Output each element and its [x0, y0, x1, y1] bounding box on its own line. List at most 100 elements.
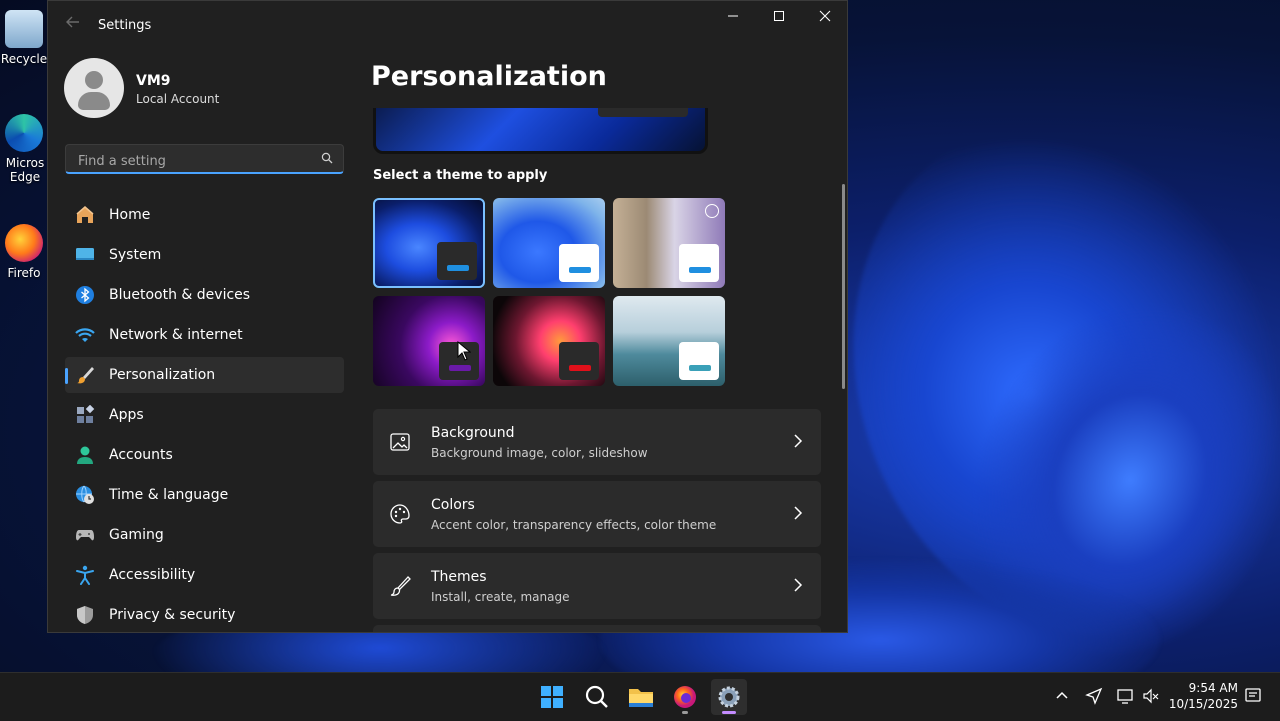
- desktop-icon-edge[interactable]: Micros Edge: [0, 114, 48, 184]
- search-icon: [585, 685, 608, 708]
- sidebar-item-system[interactable]: System: [65, 237, 344, 273]
- theme-accent-bar: [689, 365, 711, 371]
- themes-grid: [373, 198, 728, 388]
- window-title: Settings: [98, 18, 152, 33]
- search-icon: [321, 152, 333, 164]
- avatar-head: [85, 71, 103, 89]
- minimize-button[interactable]: [716, 7, 750, 29]
- running-indicator: [682, 711, 688, 714]
- sidebar-item-network[interactable]: Network & internet: [65, 317, 344, 353]
- sidebar-item-accounts[interactable]: Accounts: [65, 437, 344, 473]
- system-icon: [76, 248, 94, 260]
- taskbar: [0, 672, 1280, 721]
- shield-icon: [77, 606, 93, 624]
- settings-window: Settings VM9 Local Account Home System: [47, 0, 848, 633]
- sidebar-item-apps[interactable]: Apps: [65, 397, 344, 433]
- close-icon: [819, 10, 831, 22]
- theme-spotlight[interactable]: [613, 198, 725, 288]
- settings-icon: [718, 686, 740, 708]
- active-indicator: [722, 711, 736, 714]
- title-bar: Settings: [48, 1, 847, 49]
- theme-accent-bar: [449, 365, 471, 371]
- file-explorer-icon: [629, 689, 653, 707]
- sidebar-item-label: Bluetooth & devices: [109, 287, 251, 303]
- desktop-icon-firefox[interactable]: Firefo: [0, 224, 48, 280]
- minimize-icon: [728, 15, 738, 17]
- theme-windows-light[interactable]: [493, 198, 605, 288]
- sidebar-item-label: System: [109, 247, 162, 263]
- desktop-icon-recycle-bin[interactable]: Recycle: [0, 10, 48, 66]
- brush-icon: [390, 576, 411, 596]
- clock-time[interactable]: 9:54 AM: [1176, 681, 1238, 695]
- page-title: Personalization: [371, 61, 607, 92]
- volume-muted-icon[interactable]: [1142, 687, 1160, 705]
- firefox-icon: [5, 224, 43, 262]
- sidebar-item-label: Apps: [109, 407, 144, 423]
- sidebar-item-label: Accounts: [109, 447, 173, 463]
- content-scrollbar[interactable]: [842, 184, 845, 389]
- sidebar-item-label: Time & language: [109, 487, 229, 503]
- theme-accent-bar: [569, 365, 591, 371]
- theme-flow[interactable]: [613, 296, 725, 386]
- firefox-icon: [674, 686, 696, 708]
- clock-date[interactable]: 10/15/2025: [1166, 697, 1238, 711]
- colors-settings-card[interactable]: Colors Accent color, transparency effect…: [373, 481, 821, 547]
- background-settings-card[interactable]: Background Background image, color, slid…: [373, 409, 821, 475]
- start-icon: [541, 686, 563, 708]
- card-title: Background: [431, 425, 515, 441]
- recycle-bin-icon: [5, 10, 43, 48]
- section-heading: Select a theme to apply: [373, 168, 548, 183]
- card-title: Colors: [431, 497, 475, 513]
- theme-accent-bar: [689, 267, 711, 273]
- chevron-up-icon[interactable]: [1053, 687, 1071, 705]
- home-icon: [76, 206, 94, 223]
- sidebar-item-label: Personalization: [109, 367, 216, 383]
- back-arrow-icon: [66, 16, 79, 28]
- sidebar-item-privacy-security[interactable]: Privacy & security: [65, 597, 344, 632]
- maximize-button[interactable]: [762, 7, 796, 29]
- themes-settings-card[interactable]: Themes Install, create, manage: [373, 553, 821, 619]
- sidebar-item-home[interactable]: Home: [65, 197, 344, 233]
- theme-accent-bar: [569, 267, 591, 273]
- start-button[interactable]: [534, 679, 570, 715]
- notification-icon[interactable]: [1244, 687, 1262, 705]
- sidebar-item-accessibility[interactable]: Accessibility: [65, 557, 344, 593]
- sidebar-nav: Home System Bluetooth & devices Network …: [65, 197, 344, 632]
- chevron-right-icon: [794, 578, 803, 592]
- location-icon[interactable]: [1085, 687, 1103, 705]
- sidebar-item-label: Privacy & security: [109, 607, 236, 623]
- palette-icon: [390, 504, 410, 524]
- sidebar-item-label: Accessibility: [109, 567, 196, 583]
- network-icon[interactable]: [1116, 687, 1134, 705]
- search-input[interactable]: [76, 151, 310, 171]
- card-subtitle: Install, create, manage: [431, 590, 570, 604]
- image-icon: [390, 433, 410, 451]
- card-subtitle: Background image, color, slideshow: [431, 446, 648, 460]
- user-account-type: Local Account: [136, 92, 220, 106]
- taskbar-firefox[interactable]: [667, 679, 703, 715]
- preview-taskbar: [598, 108, 688, 117]
- sidebar-item-time-language[interactable]: Time & language: [65, 477, 344, 513]
- content-scroll-area: Select a theme to apply Background Backg…: [371, 108, 824, 632]
- desktop-icon-label: Recycle: [0, 52, 48, 66]
- card-title: Themes: [431, 569, 487, 585]
- back-button[interactable]: [62, 13, 84, 35]
- wifi-icon: [75, 328, 95, 342]
- sidebar-item-label: Network & internet: [109, 327, 243, 343]
- taskbar-file-explorer[interactable]: [623, 679, 659, 715]
- theme-captured-motion[interactable]: [493, 296, 605, 386]
- theme-windows-dark[interactable]: [373, 198, 485, 288]
- avatar[interactable]: [64, 58, 124, 118]
- spotlight-badge-icon: [705, 204, 719, 218]
- taskbar-settings[interactable]: [711, 679, 747, 715]
- sidebar-item-personalization[interactable]: Personalization: [65, 357, 344, 393]
- sidebar-item-gaming[interactable]: Gaming: [65, 517, 344, 553]
- search-box[interactable]: [65, 144, 344, 174]
- sidebar-item-bluetooth[interactable]: Bluetooth & devices: [65, 277, 344, 313]
- theme-taskbar-chip: [559, 342, 599, 380]
- theme-accent-bar: [447, 265, 469, 271]
- next-settings-card[interactable]: [373, 625, 821, 632]
- close-button[interactable]: [808, 7, 842, 29]
- card-subtitle: Accent color, transparency effects, colo…: [431, 518, 717, 532]
- taskbar-search-button[interactable]: [579, 679, 615, 715]
